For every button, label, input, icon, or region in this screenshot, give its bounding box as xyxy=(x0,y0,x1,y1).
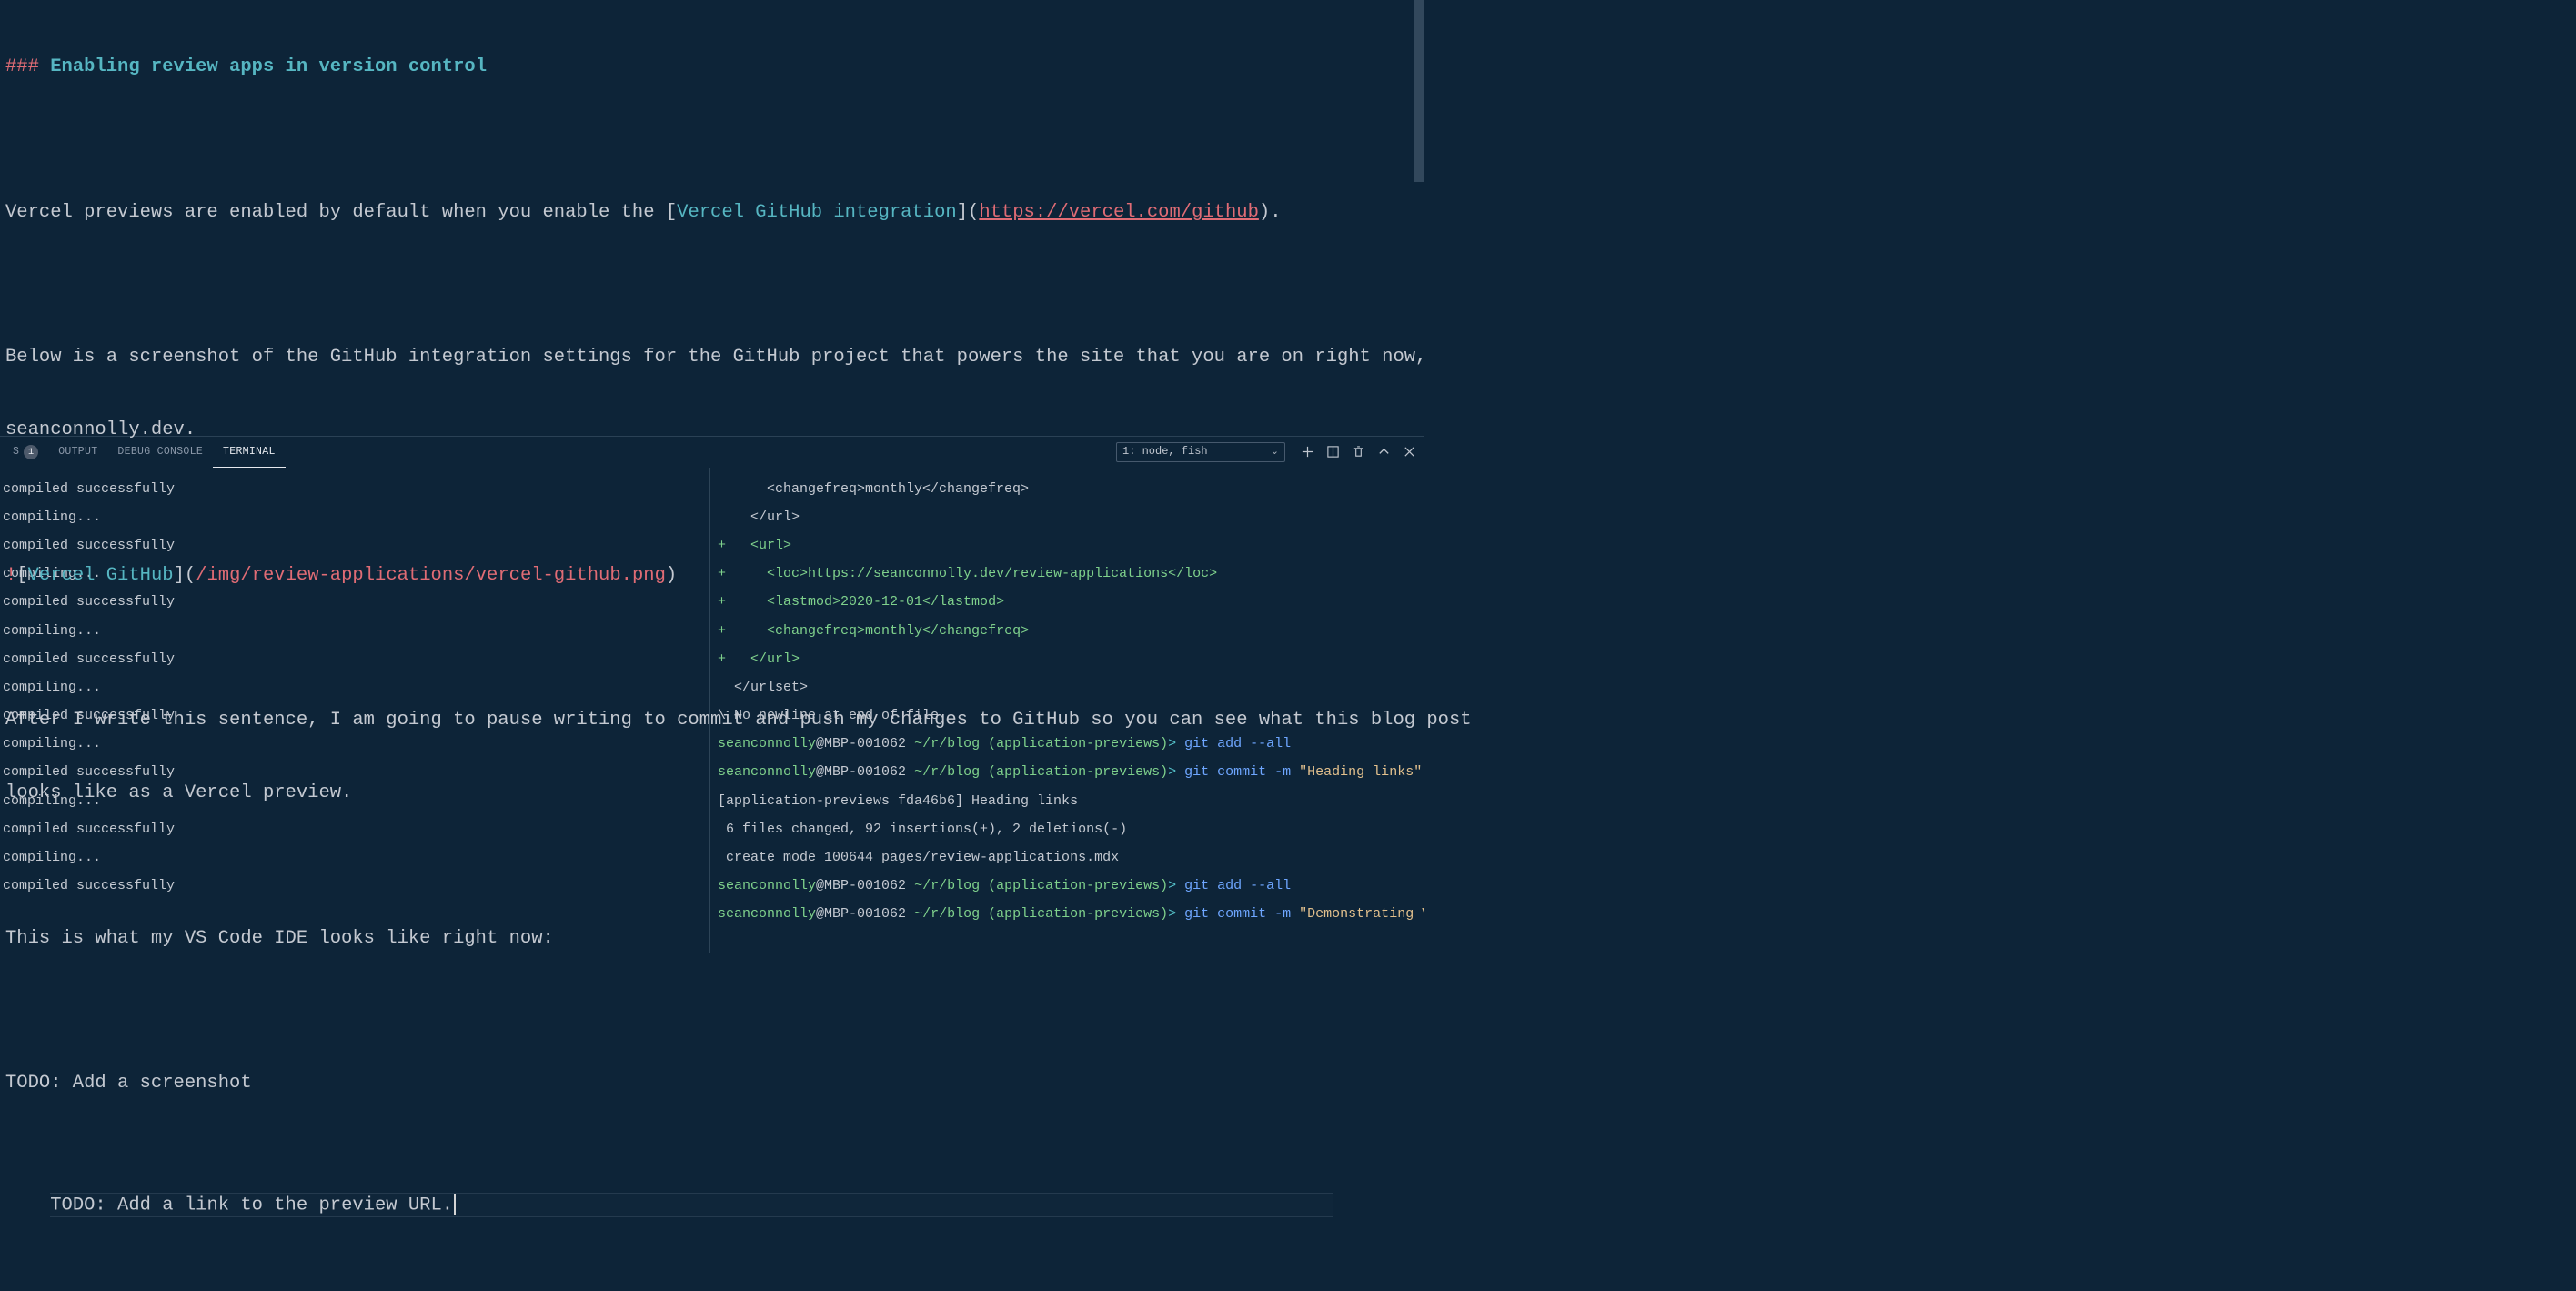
editor-blank-line xyxy=(5,274,1419,298)
image-paren: ( xyxy=(185,565,196,586)
editor-blank-line xyxy=(5,854,1419,879)
text-cursor xyxy=(454,1194,456,1215)
editor-line: Vercel previews are enabled by default w… xyxy=(5,201,1419,226)
image-path: /img/review-applications/vercel-github.p… xyxy=(196,565,666,586)
chevron-down-icon: ⌄ xyxy=(1271,446,1279,459)
editor-line: ### Enabling review apps in version cont… xyxy=(5,55,1419,80)
editor-line: TODO: Add a screenshot xyxy=(5,1072,1419,1096)
image-bang: ! xyxy=(5,565,16,586)
link-paren: ( xyxy=(968,202,979,223)
image-bracket: ] xyxy=(174,565,185,586)
editor-line: seanconnolly.dev. xyxy=(5,419,1419,443)
link-bracket: [ xyxy=(666,202,677,223)
editor-line: This is what my VS Code IDE looks like r… xyxy=(5,927,1419,952)
markdown-editor[interactable]: ### Enabling review apps in version cont… xyxy=(0,0,1424,436)
editor-blank-line xyxy=(5,128,1419,153)
image-bracket: [ xyxy=(16,565,27,586)
editor-line: ![Vercel GitHub](/img/review-application… xyxy=(5,564,1419,589)
editor-vertical-scrollbar[interactable] xyxy=(1414,0,1424,436)
todo-text: TODO: Add a link to the preview URL. xyxy=(50,1195,453,1216)
editor-line: After I write this sentence, I am going … xyxy=(5,709,1419,733)
editor-active-line: TODO: Add a link to the preview URL. xyxy=(50,1193,1333,1217)
paragraph-text: This is what my VS Code IDE looks like r… xyxy=(5,928,554,949)
markdown-heading: Enabling review apps in version control xyxy=(50,56,487,77)
link-label: Vercel GitHub integration xyxy=(677,202,957,223)
link-paren: ) xyxy=(1259,202,1270,223)
editor-blank-line xyxy=(5,637,1419,661)
image-alt: Vercel GitHub xyxy=(28,565,174,586)
todo-text: TODO: Add a screenshot xyxy=(5,1073,252,1094)
editor-blank-line xyxy=(5,999,1419,1024)
link-bracket: ] xyxy=(957,202,968,223)
markdown-hashes: ### xyxy=(5,56,50,77)
editor-line: looks like as a Vercel preview. xyxy=(5,782,1419,806)
paragraph-text: seanconnolly.dev. xyxy=(5,419,196,440)
vscode-window: ### Enabling review apps in version cont… xyxy=(0,0,1424,711)
paragraph-text: looks like as a Vercel preview. xyxy=(5,782,352,803)
paragraph-text: Below is a screenshot of the GitHub inte… xyxy=(5,347,1438,368)
editor-blank-line xyxy=(5,1145,1419,1169)
editor-line: Below is a screenshot of the GitHub inte… xyxy=(5,346,1419,370)
link-url[interactable]: https://vercel.com/github xyxy=(979,202,1259,223)
image-paren: ) xyxy=(666,565,677,586)
paragraph-text: Vercel previews are enabled by default w… xyxy=(5,202,666,223)
paragraph-text: . xyxy=(1270,202,1281,223)
editor-blank-line xyxy=(5,491,1419,516)
paragraph-text: After I write this sentence, I am going … xyxy=(5,710,1483,731)
